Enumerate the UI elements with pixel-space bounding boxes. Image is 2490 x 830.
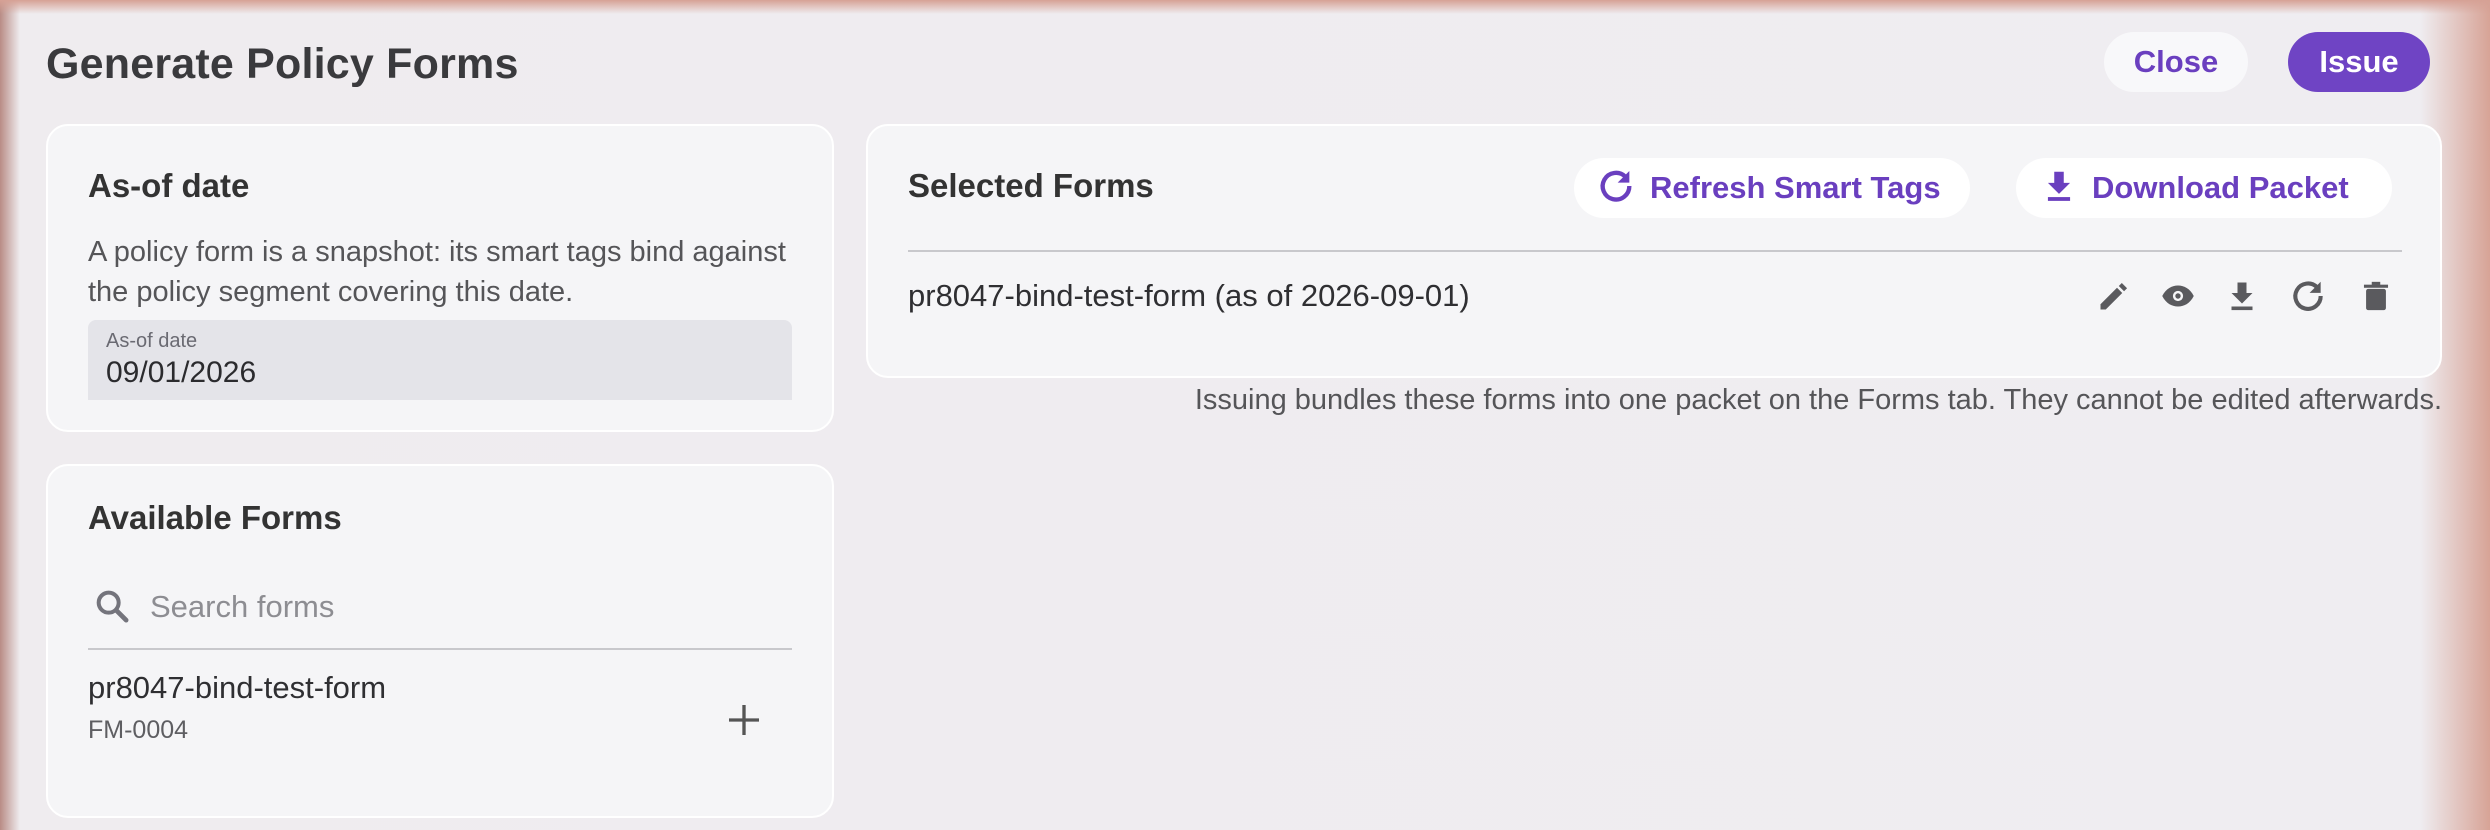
as-of-date-card: As-of date A policy form is a snapshot: … xyxy=(46,124,834,432)
download-packet-label: Download Packet xyxy=(2092,170,2349,205)
search-icon xyxy=(92,586,132,626)
refresh-smart-tags-label: Refresh Smart Tags xyxy=(1650,170,1941,205)
selected-forms-card: Selected Forms Refresh Smart Tags Downlo… xyxy=(866,124,2442,378)
as-of-date-value[interactable]: 09/01/2026 xyxy=(106,356,256,390)
view-icon[interactable] xyxy=(2156,274,2200,318)
list-item: pr8047-bind-test-form FM-0004 xyxy=(88,660,792,760)
divider xyxy=(908,250,2402,252)
download-packet-button[interactable]: Download Packet xyxy=(2016,158,2392,218)
refresh-icon[interactable] xyxy=(2286,274,2330,318)
refresh-icon xyxy=(1596,166,1636,211)
page-title: Generate Policy Forms xyxy=(46,40,519,88)
available-forms-heading: Available Forms xyxy=(88,499,342,536)
search-input[interactable] xyxy=(148,580,772,634)
form-item-code: FM-0004 xyxy=(88,716,189,744)
as-of-date-field[interactable]: As-of date 09/01/2026 xyxy=(88,320,792,400)
as-of-heading: As-of date xyxy=(88,167,250,204)
issue-footnote: Issuing bundles these forms into one pac… xyxy=(1194,384,2442,416)
selected-forms-heading: Selected Forms xyxy=(908,167,1154,204)
download-icon xyxy=(2040,167,2078,210)
edit-icon[interactable] xyxy=(2092,274,2136,318)
close-button[interactable]: Close xyxy=(2104,32,2248,92)
form-item-name: pr8047-bind-test-form xyxy=(88,670,387,705)
refresh-smart-tags-button[interactable]: Refresh Smart Tags xyxy=(1574,158,1970,218)
generate-forms-dialog: Generate Policy Forms Close Issue As-of … xyxy=(0,0,2490,830)
download-icon[interactable] xyxy=(2220,274,2264,318)
issue-button[interactable]: Issue xyxy=(2288,32,2430,92)
add-icon[interactable] xyxy=(724,700,764,740)
delete-icon[interactable] xyxy=(2354,274,2398,318)
as-of-description: A policy form is a snapshot: its smart t… xyxy=(88,236,786,308)
as-of-date-field-label: As-of date xyxy=(106,330,198,352)
search-field[interactable] xyxy=(88,566,792,650)
selected-form-label: pr8047-bind-test-form (as of 2026-09-01) xyxy=(908,278,1470,313)
available-forms-card: Available Forms pr8047-bind-test-form FM… xyxy=(46,464,834,818)
